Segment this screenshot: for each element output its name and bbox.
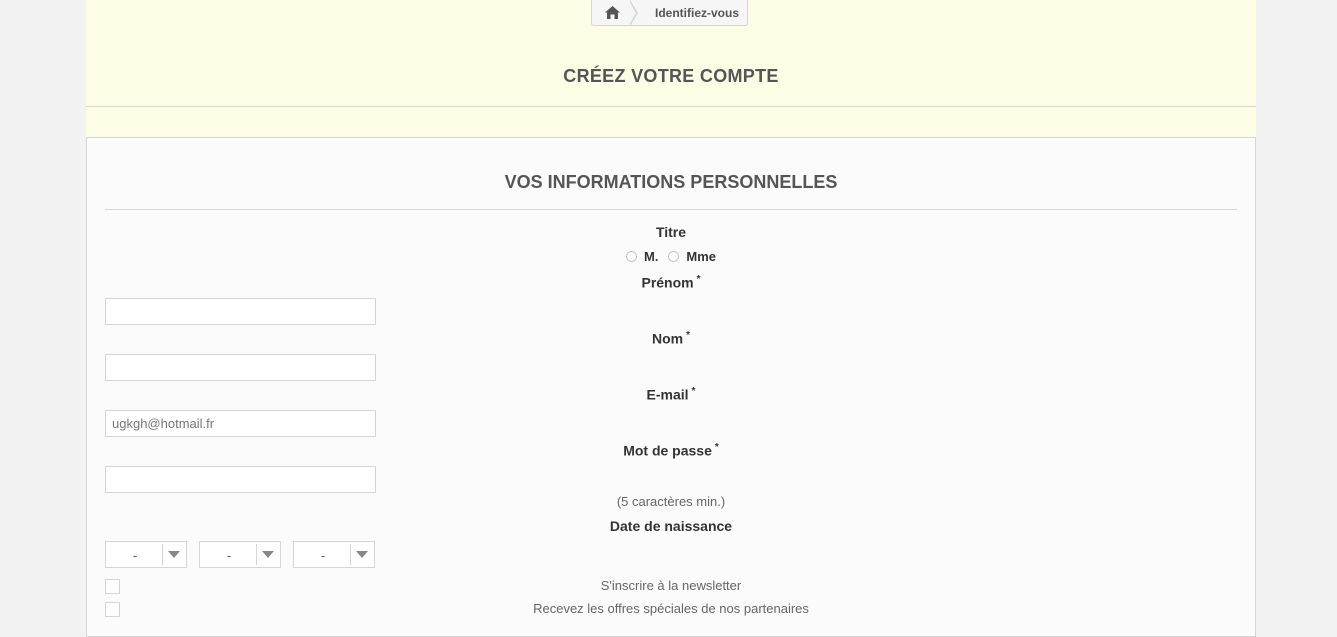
title-option-m[interactable]: M.: [625, 249, 659, 264]
section-divider: [105, 209, 1237, 210]
birth-year-select[interactable]: -: [293, 541, 375, 568]
firstname-label-text: Prénom: [641, 274, 694, 291]
chevron-down-icon[interactable]: [162, 544, 184, 565]
email-label-text: E-mail: [646, 386, 689, 403]
home-icon: [604, 6, 620, 19]
page-title: CRÉEZ VOTRE COMPTE: [563, 66, 779, 86]
lastname-label: Nom *: [105, 330, 1237, 347]
required-mark: *: [714, 442, 719, 453]
chevron-down-icon[interactable]: [256, 544, 278, 565]
required-mark: *: [686, 330, 691, 341]
section-title: VOS INFORMATIONS PERSONNELLES: [504, 172, 838, 192]
lastname-label-text: Nom: [651, 330, 684, 347]
password-input[interactable]: [105, 466, 376, 493]
title-radio-group: M. Mme: [105, 249, 1237, 264]
firstname-label: Prénom *: [105, 274, 1237, 291]
title-option-mme[interactable]: Mme: [668, 249, 716, 264]
birth-day-select[interactable]: -: [105, 541, 187, 568]
breadcrumb-separator: [629, 0, 638, 26]
radio-mme[interactable]: [668, 251, 680, 262]
birth-year-value: -: [320, 548, 326, 563]
title-label: Titre: [655, 224, 687, 240]
lastname-input[interactable]: [105, 354, 376, 381]
password-label-text: Mot de passe: [623, 442, 712, 459]
breadcrumb-home-link[interactable]: [592, 0, 638, 26]
password-label: Mot de passe *: [105, 442, 1237, 459]
chevron-down-icon[interactable]: [350, 544, 372, 565]
required-mark: *: [696, 274, 701, 285]
radio-m[interactable]: [625, 251, 637, 262]
header-band: Identifiez-vous CRÉEZ VOTRE COMPTE: [86, 0, 1256, 137]
birth-month-value: -: [226, 548, 232, 563]
heading-divider: [86, 106, 1256, 107]
personal-info-form: VOS INFORMATIONS PERSONNELLES Titre M. M…: [86, 137, 1256, 637]
page-container: Identifiez-vous CRÉEZ VOTRE COMPTE VOS I…: [86, 0, 1256, 637]
birth-month-select[interactable]: -: [199, 541, 281, 568]
newsletter-label: S'inscrire à la newsletter: [600, 578, 742, 593]
birth-day-value: -: [132, 548, 138, 563]
email-input[interactable]: [105, 410, 376, 437]
radio-mme-label: Mme: [686, 249, 717, 264]
required-mark: *: [691, 386, 696, 397]
birthdate-label: Date de naissance: [609, 518, 733, 534]
firstname-input[interactable]: [105, 298, 376, 325]
password-hint: (5 caractères min.): [616, 494, 726, 509]
optin-label: Recevez les offres spéciales de nos part…: [533, 601, 809, 616]
breadcrumb: Identifiez-vous: [591, 0, 748, 26]
email-label: E-mail *: [105, 386, 1237, 403]
breadcrumb-current: Identifiez-vous: [655, 5, 740, 20]
radio-m-label: M.: [643, 249, 659, 264]
